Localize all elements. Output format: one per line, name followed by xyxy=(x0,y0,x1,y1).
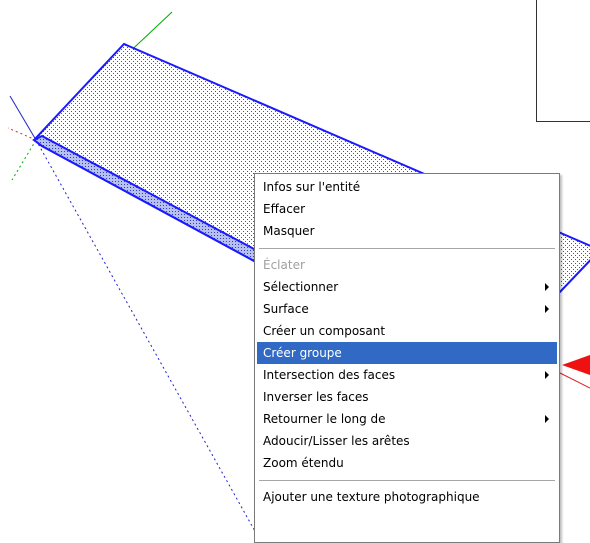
menu-item-ajouter-une-texture-photographique[interactable]: Ajouter une texture photographique xyxy=(257,486,557,508)
menu-item-label: Créer groupe xyxy=(263,346,342,360)
menu-separator xyxy=(259,480,555,481)
menu-item-label: Sélectionner xyxy=(263,280,339,294)
menu-item-label: Éclater xyxy=(263,258,305,272)
modeling-viewport[interactable]: Infos sur l'entité Effacer Masquer Éclater S… xyxy=(0,0,590,543)
menu-item-creer-groupe[interactable]: Créer groupe xyxy=(257,342,557,364)
submenu-arrow-icon xyxy=(545,415,549,423)
pointer-arrow-icon xyxy=(562,355,590,375)
menu-item-label: Ajouter une texture photographique xyxy=(263,490,480,504)
menu-item-label: Infos sur l'entité xyxy=(263,180,361,194)
menu-item-adoucir-lisser-les-aretes[interactable]: Adoucir/Lisser les arêtes xyxy=(257,430,557,452)
menu-item-label: Adoucir/Lisser les arêtes xyxy=(263,434,410,448)
context-menu: Infos sur l'entité Effacer Masquer Éclater S… xyxy=(254,173,560,543)
menu-item-intersection-des-faces[interactable]: Intersection des faces xyxy=(257,364,557,386)
blue-axis xyxy=(9,95,37,141)
menu-item-masquer[interactable]: Masquer xyxy=(257,220,557,242)
menu-item-eclater: Éclater xyxy=(257,254,557,276)
menu-item-surface[interactable]: Surface xyxy=(257,298,557,320)
red-axis-dotted xyxy=(7,127,37,141)
menu-item-label: Zoom étendu xyxy=(263,456,344,470)
preview-panel xyxy=(536,0,590,122)
menu-item-zoom-etendu[interactable]: Zoom étendu xyxy=(257,452,557,474)
menu-item-label: Créer un composant xyxy=(263,324,386,338)
menu-item-creer-un-composant[interactable]: Créer un composant xyxy=(257,320,557,342)
menu-item-label: Intersection des faces xyxy=(263,368,396,382)
menu-item-label: Retourner le long de xyxy=(263,412,386,426)
menu-item-label: Effacer xyxy=(263,202,306,216)
menu-separator xyxy=(259,248,555,249)
menu-item-label: Inverser les faces xyxy=(263,390,369,404)
menu-item-retourner-le-long-de[interactable]: Retourner le long de xyxy=(257,408,557,430)
submenu-arrow-icon xyxy=(545,283,549,291)
menu-item-label: Masquer xyxy=(263,224,315,238)
green-axis-dotted xyxy=(11,139,37,181)
menu-item-selectionner[interactable]: Sélectionner xyxy=(257,276,557,298)
menu-item-label: Surface xyxy=(263,302,309,316)
menu-item-inverser-les-faces[interactable]: Inverser les faces xyxy=(257,386,557,408)
menu-item-effacer[interactable]: Effacer xyxy=(257,198,557,220)
submenu-arrow-icon xyxy=(545,305,549,313)
menu-item-infos-sur-l-entite[interactable]: Infos sur l'entité xyxy=(257,176,557,198)
submenu-arrow-icon xyxy=(545,371,549,379)
